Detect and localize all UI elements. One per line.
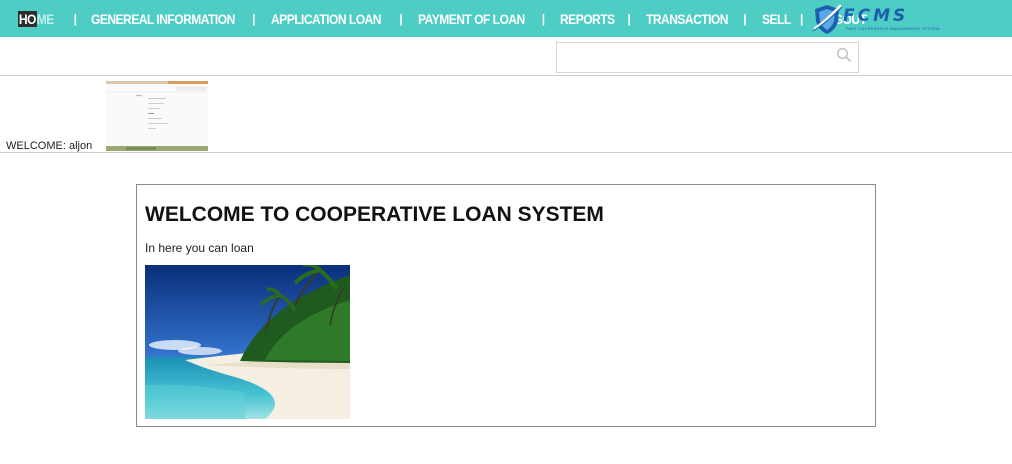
nav-home-highlight: HO xyxy=(18,10,37,27)
welcome-user-label: WELCOME: aljon xyxy=(6,140,93,152)
subheader-divider xyxy=(0,152,1012,153)
header-divider xyxy=(0,75,1012,76)
nav-separator: | xyxy=(252,11,256,26)
search-icon[interactable] xyxy=(836,47,852,63)
page-preview-thumbnail xyxy=(106,81,208,151)
logo-subtitle: FAST COOPERATIVE MANAGEMENT SYSTEM xyxy=(846,26,940,31)
nav-sell[interactable]: SELL xyxy=(762,11,791,27)
nav-separator: | xyxy=(627,11,631,26)
page-title: WELCOME TO COOPERATIVE LOAN SYSTEM xyxy=(145,203,604,226)
nav-separator: | xyxy=(743,11,747,26)
main-nav: HOME | GENEREAL INFORMATION | APPLICATIO… xyxy=(18,0,875,37)
intro-text: In here you can loan xyxy=(145,241,254,255)
main-content-card: WELCOME TO COOPERATIVE LOAN SYSTEM In he… xyxy=(136,184,876,427)
nav-separator: | xyxy=(541,11,546,26)
nav-separator: | xyxy=(73,11,77,26)
nav-application-loan[interactable]: APPLICATION LOAN xyxy=(271,11,381,27)
nav-separator: | xyxy=(799,11,804,26)
beach-image xyxy=(145,265,350,419)
nav-home[interactable]: HOME xyxy=(18,10,55,27)
nav-reports[interactable]: REPORTS xyxy=(560,11,615,27)
nav-transaction[interactable]: TRANSACTION xyxy=(646,11,728,27)
nav-separator: | xyxy=(399,11,403,26)
top-navbar: HOME | GENEREAL INFORMATION | APPLICATIO… xyxy=(0,0,1012,37)
fcms-logo: FCMS FAST COOPERATIVE MANAGEMENT SYSTEM xyxy=(810,3,940,35)
preview-image xyxy=(106,81,208,151)
search-field[interactable] xyxy=(556,42,859,73)
logo-title: FCMS xyxy=(843,6,909,26)
shield-icon xyxy=(812,4,843,34)
nav-home-rest: ME xyxy=(36,10,55,27)
nav-general-information[interactable]: GENEREAL INFORMATION xyxy=(91,11,235,27)
nav-payment-of-loan[interactable]: PAYMENT OF LOAN xyxy=(418,11,525,27)
